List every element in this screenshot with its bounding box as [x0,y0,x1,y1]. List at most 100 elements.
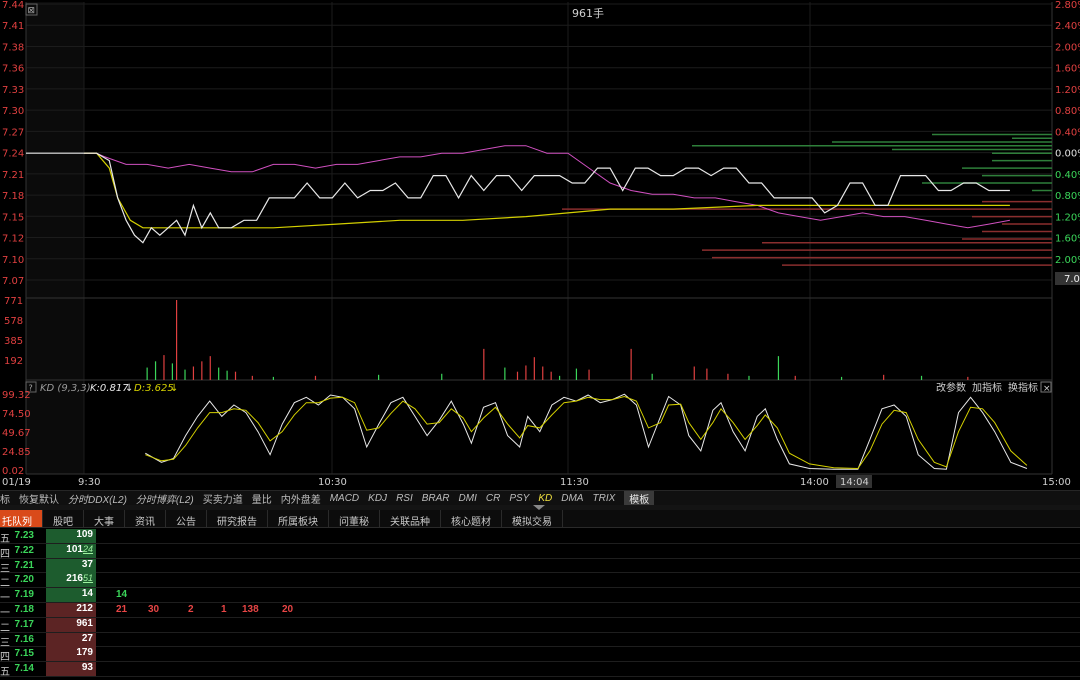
indicator-13[interactable]: PSY [509,493,538,504]
info-tabs: 托队列 股吧 大事 资讯 公告 研究报告 所属板块 问董秘 关联品种 核心题材 模拟交易 [0,510,1080,528]
indicator-10[interactable]: BRAR [422,493,459,504]
kd-header: ? KD (9,3,3) K:0.817 ↓ D:3.625 ↓ [25,381,178,394]
price-label: 7.30 [2,106,24,117]
queue-order: 2 [188,603,194,615]
time-tick: 15:00 [1042,477,1071,488]
kd-action-1[interactable]: 加指标 [972,381,1002,394]
tab-2[interactable]: 大事 [84,510,125,528]
queue-row: 五 7.23 109 [0,529,1080,545]
queue-price: 7.15 [14,648,34,660]
queue-volume: 93 [46,662,96,677]
tab-10[interactable]: 模拟交易 [502,510,563,528]
volume-label: 578 [4,316,23,327]
time-share-chart[interactable]: ⊠ 961手 7.44 7.41 7.38 7.36 7.33 7.30 7.27 7.24 7… [0,0,1080,490]
tab-7[interactable]: 问董秘 [329,510,380,528]
kd-label: 0.02 [2,466,24,477]
queue-order: 14 [116,589,128,601]
indicator-17[interactable]: 模板 [624,490,655,506]
queue-order: 30 [148,603,160,615]
current-price-tag-text: 7.0 [1064,274,1080,285]
indicator-15[interactable]: DMA [561,493,592,504]
indicator-3[interactable]: 分时博弈(L2) [136,491,203,506]
price-label: 7.44 [2,0,24,11]
queue-level: 一 [0,607,10,619]
queue-price: 7.14 [14,663,34,675]
indicator-8[interactable]: KDJ [368,493,396,504]
time-tick: 14:00 [800,477,829,488]
queue-price: 7.19 [14,589,34,601]
kd-actions: 改参数 加指标 换指标 [936,381,1038,394]
indicator-7[interactable]: MACD [330,493,368,504]
price-label: 7.41 [2,21,24,32]
queue-level: 四 [0,548,10,560]
queue-order: 21 [116,603,128,615]
queue-order: 20 [282,603,294,615]
queue-volume: 179 [46,647,96,662]
indicator-11[interactable]: DMI [459,493,486,504]
tab-0[interactable]: 托队列 [0,510,43,528]
queue-level: 五 [0,667,10,679]
tab-8[interactable]: 关联品种 [380,510,441,528]
queue-level: 三 [0,563,10,575]
queue-row: 二 7.17 961 [0,617,1080,634]
indicator-4[interactable]: 买卖力道 [203,491,252,506]
kd-name: KD (9,3,3) [40,383,91,394]
queue-volume: 10124 [46,543,96,558]
kd-d-value: D:3.625 [134,383,174,394]
price-label: 7.21 [2,170,24,181]
kd-k-value: K:0.817 [90,383,129,394]
indicator-12[interactable]: CR [486,493,509,504]
price-label: 7.33 [2,85,24,96]
tab-9[interactable]: 核心题材 [441,510,502,528]
queue-order: 138 [242,603,259,615]
queue-row: 二 7.20 21651 [0,573,1080,589]
kd-action-0[interactable]: 改参数 [936,381,966,394]
percent-label: 2.00% [1055,42,1080,53]
percent-label: 1.60% [1055,64,1080,75]
queue-level: 五 [0,534,10,545]
indicator-5[interactable]: 量比 [252,491,281,506]
time-tick: 10:30 [318,477,347,488]
tab-1[interactable]: 股吧 [43,510,84,528]
indicator-0[interactable]: 标 [0,491,19,506]
indicator-bar: 标恢复默认 分时DDX(L2) 分时博弈(L2) 买卖力道 量比 内外盘差 MACD KDJ R… [0,490,1080,506]
tab-6[interactable]: 所属板块 [268,510,329,528]
time-tick: 9:30 [78,477,100,488]
tab-4[interactable]: 公告 [166,510,207,528]
kd-k-arrow-icon: ↓ [125,383,133,394]
kd-label: 24.85 [2,447,31,458]
queue-row: 四 7.15 179 [0,647,1080,663]
queue-volume-extra: 24 [82,543,93,554]
queue-row: 四 7.22 10124 [0,543,1080,560]
price-label: 7.18 [2,191,24,202]
chart-title: 961手 [572,6,604,20]
indicator-14[interactable]: KD [538,493,561,504]
price-label: 7.15 [2,212,24,223]
kd-label: 99.32 [2,390,31,401]
volume-label: 192 [4,356,23,367]
queue-volume: 961 [46,617,96,632]
indicator-9[interactable]: RSI [396,493,422,504]
queue-price: 7.22 [14,544,34,556]
queue-price: 7.21 [14,559,34,571]
kd-label: 74.50 [2,409,31,420]
percent-label: 0.40% [1055,170,1080,181]
kd-label: 49.67 [2,428,31,439]
queue-volume-extra: 51 [82,573,93,584]
queue-row: 三 7.21 37 [0,558,1080,575]
indicator-2[interactable]: 分时DDX(L2) [68,491,136,506]
indicator-1[interactable]: 恢复默认 [19,491,68,506]
tab-5[interactable]: 研究报告 [207,510,268,528]
time-tick: 14:04 [840,477,869,488]
queue-volume: 212 [46,602,96,617]
queue-row: 五 7.14 93 [0,662,1080,679]
queue-level: 二 [0,622,10,634]
tab-3[interactable]: 资讯 [125,510,166,528]
percent-label: 2.80% [1055,0,1080,11]
percent-label: 1.20% [1055,212,1080,223]
kd-action-2[interactable]: 换指标 [1008,381,1038,394]
indicator-6[interactable]: 内外盘差 [281,491,330,506]
percent-label: 1.60% [1055,234,1080,245]
volume-label: 771 [4,296,23,307]
indicator-16[interactable]: TRIX [592,493,624,504]
